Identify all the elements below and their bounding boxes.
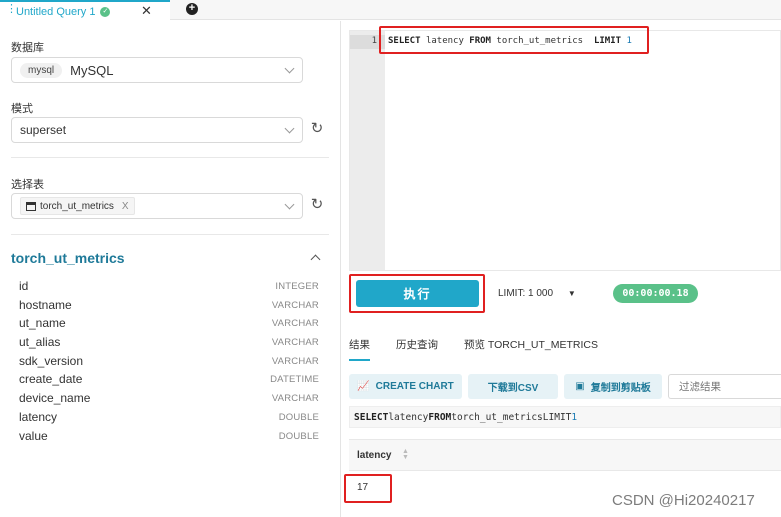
download-csv-label: 下载到CSV: [487, 383, 539, 394]
editor-gutter: 1: [350, 31, 385, 270]
column-type: DOUBLE: [278, 430, 319, 442]
column-type: VARCHAR: [271, 355, 319, 367]
highlight-box: [379, 26, 649, 54]
watermark: CSDN @Hi20240217: [612, 492, 755, 509]
add-tab-icon[interactable]: +: [186, 3, 198, 15]
column-type: VARCHAR: [271, 318, 319, 330]
column-list: id INTEGER hostname VARCHAR ut_name VARCHAR…: [19, 277, 319, 445]
column-row: ut_alias VARCHAR: [19, 333, 319, 352]
column-row: sdk_version VARCHAR: [19, 352, 319, 371]
selected-table-chip: torch_ut_metrics X: [20, 197, 135, 215]
column-name: sdk_version: [19, 353, 84, 368]
sql-editor[interactable]: 1 SELECT latency FROM torch_ut_metrics L…: [349, 30, 781, 271]
drag-handle-icon[interactable]: ⋮: [6, 4, 17, 15]
database-label: 数据库: [11, 42, 44, 54]
database-engine-tag: mysql: [20, 62, 63, 78]
column-row: value DOUBLE: [19, 427, 319, 446]
sql-column: latency: [388, 411, 429, 423]
column-row: hostname VARCHAR: [19, 296, 319, 315]
filter-results-input[interactable]: [668, 374, 781, 399]
column-row: device_name VARCHAR: [19, 389, 319, 408]
sql-keyword: FROM: [428, 411, 452, 423]
column-row: ut_name VARCHAR: [19, 314, 319, 333]
column-name: hostname: [19, 297, 72, 312]
sql-lab-left-panel: 数据库 mysql MySQL 模式 superset ↻ 选择表 torch_…: [0, 21, 341, 517]
schema-select[interactable]: superset: [11, 117, 303, 143]
table-schema-title[interactable]: torch_ut_metrics: [11, 250, 125, 266]
schema-select-value: superset: [20, 123, 67, 137]
sql-number: 1: [571, 411, 578, 423]
check-circle-icon: ✓: [100, 6, 111, 17]
query-tab-untitled-1[interactable]: ⋮ Untitled Query 1 ✓ ✕: [0, 0, 170, 21]
column-name: id: [19, 279, 29, 293]
chevron-up-icon[interactable]: [310, 254, 321, 265]
copy-clipboard-button[interactable]: ▣ 复制到剪贴板: [564, 374, 662, 399]
result-tabs: 结果 历史查询 预览 TORCH_UT_METRICS: [349, 336, 781, 361]
chart-line-icon: 📈: [357, 381, 370, 392]
executed-sql: SELECT latency FROM torch_ut_metrics LIM…: [349, 406, 781, 428]
remove-table-icon[interactable]: X: [122, 201, 129, 212]
clipboard-icon: ▣: [575, 381, 585, 392]
limit-dropdown[interactable]: LIMIT: 1 000 ▼: [498, 288, 576, 299]
table-select[interactable]: torch_ut_metrics X: [11, 193, 303, 219]
divider: [11, 157, 329, 158]
column-name: ut_alias: [19, 335, 61, 350]
column-type: VARCHAR: [271, 299, 319, 311]
create-chart-label: CREATE CHART: [375, 381, 454, 392]
tab-query-history[interactable]: 历史查询: [396, 337, 438, 352]
query-timer: 00:00:00.18: [613, 284, 698, 303]
refresh-schema-icon[interactable]: ↻: [309, 121, 325, 137]
column-type: INTEGER: [275, 281, 319, 292]
schema-label: 模式: [11, 103, 33, 115]
column-name: value: [19, 428, 48, 443]
highlight-box: [349, 274, 485, 313]
sql-keyword: LIMIT: [542, 411, 572, 423]
create-chart-button[interactable]: 📈 CREATE CHART: [349, 374, 462, 399]
column-row: id INTEGER: [19, 277, 319, 296]
column-type: DOUBLE: [278, 411, 319, 423]
tab-results[interactable]: 结果: [349, 337, 370, 361]
limit-label: LIMIT:: [498, 288, 526, 299]
column-name: latency: [19, 409, 58, 424]
column-type: VARCHAR: [271, 393, 319, 405]
result-table-header: latency ▲ ▼: [349, 439, 781, 471]
limit-value: 1 000: [528, 288, 554, 299]
database-select-value: MySQL: [70, 62, 114, 78]
caret-down-icon: ▼: [567, 289, 576, 298]
selected-table-name: torch_ut_metrics: [40, 200, 114, 212]
column-row: latency DOUBLE: [19, 408, 319, 427]
highlight-box: [344, 474, 392, 503]
table-label: 选择表: [11, 179, 44, 191]
refresh-tables-icon[interactable]: ↻: [309, 197, 325, 213]
column-type: VARCHAR: [271, 337, 319, 349]
divider: [11, 234, 329, 235]
download-csv-button[interactable]: 下载到CSV: [468, 374, 558, 399]
sql-keyword: SELECT: [354, 411, 389, 423]
database-select[interactable]: mysql MySQL: [11, 57, 303, 83]
chevron-down-icon: [284, 199, 295, 210]
tab-preview-table[interactable]: 预览 TORCH_UT_METRICS: [464, 337, 598, 352]
column-header-latency[interactable]: latency: [357, 450, 391, 461]
line-number: 1: [371, 36, 377, 46]
chevron-down-icon: [284, 123, 295, 134]
sort-icon[interactable]: ▲ ▼: [402, 448, 409, 461]
copy-clipboard-label: 复制到剪贴板: [590, 383, 651, 394]
column-name: device_name: [19, 391, 91, 406]
table-icon: [26, 201, 36, 211]
column-name: ut_name: [19, 316, 66, 331]
column-name: create_date: [19, 372, 83, 387]
chevron-down-icon: [284, 63, 295, 74]
close-tab-icon[interactable]: ✕: [141, 3, 152, 19]
column-row: create_date DATETIME: [19, 370, 319, 389]
query-tab-title: Untitled Query 1: [16, 5, 96, 18]
column-type: DATETIME: [270, 374, 319, 386]
query-tab-bar: ⋮ Untitled Query 1 ✓ ✕ +: [0, 0, 781, 21]
sql-table: torch_ut_metrics: [451, 411, 543, 423]
